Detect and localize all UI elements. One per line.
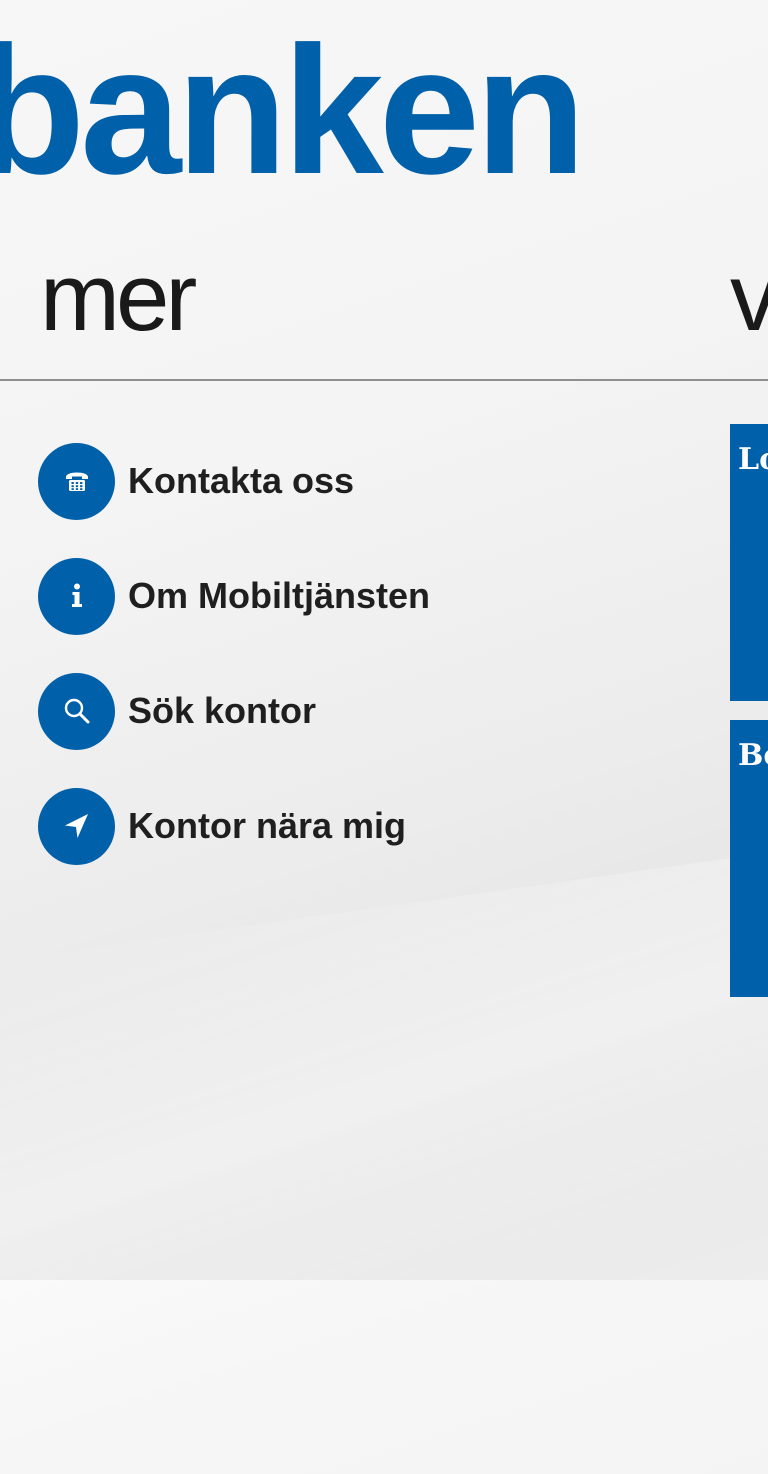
tile-label: Bo — [738, 738, 768, 773]
menu-item-label: Kontor nära mig — [128, 805, 407, 846]
app-title: banken — [0, 8, 586, 212]
location-arrow-icon — [38, 787, 115, 865]
search-icon — [38, 672, 115, 750]
menu-item-label: Sök kontor — [128, 690, 317, 731]
header-divider — [0, 379, 768, 381]
menu-item-about[interactable]: Om Mobiltjänsten — [38, 557, 678, 635]
menu-list: Kontakta oss Om Mobiltjänsten Sök kontor… — [38, 442, 678, 902]
info-icon — [38, 557, 115, 635]
menu-item-label: Kontakta oss — [128, 460, 355, 501]
background-swoosh — [0, 825, 768, 1474]
pivot-header-next[interactable]: v — [730, 248, 768, 348]
menu-item-label: Om Mobiltjänsten — [128, 575, 431, 616]
menu-item-nearby-office[interactable]: Kontor nära mig — [38, 787, 678, 865]
tile-label: Lo — [738, 442, 768, 477]
tile-partial-1[interactable]: Lo — [730, 424, 768, 701]
pivot-header-current[interactable]: mer — [40, 248, 197, 348]
tile-partial-2[interactable]: Bo — [730, 720, 768, 997]
phone-icon — [38, 442, 115, 520]
menu-item-search-office[interactable]: Sök kontor — [38, 672, 678, 750]
menu-item-contact[interactable]: Kontakta oss — [38, 442, 678, 520]
